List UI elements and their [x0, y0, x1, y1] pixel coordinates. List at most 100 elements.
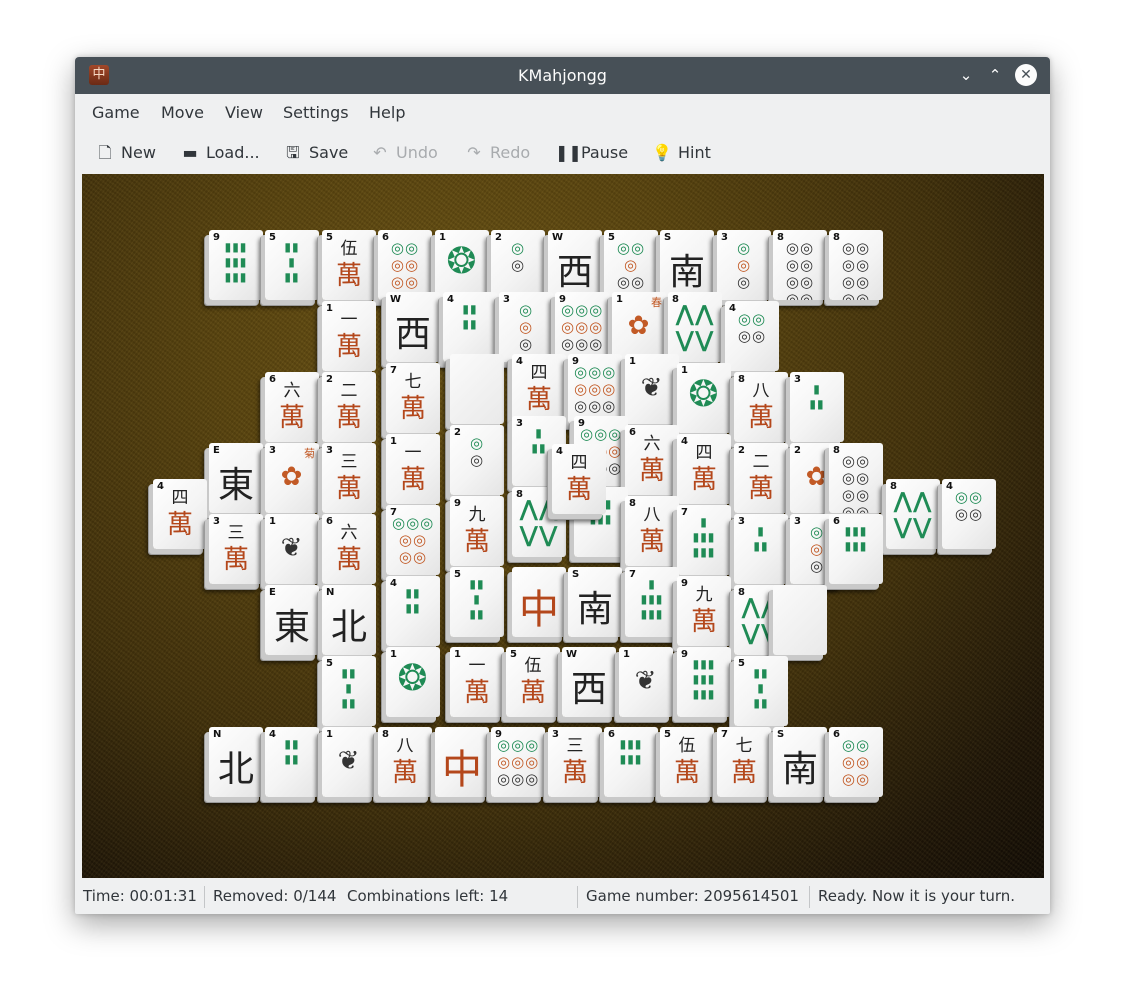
- mahjong-tile-char-3[interactable]: 3三萬: [322, 443, 376, 513]
- mahjong-tile-wind-W[interactable]: W西: [386, 292, 440, 362]
- mahjong-tile-char-2[interactable]: 2二萬: [322, 372, 376, 442]
- mahjong-tile-char-1[interactable]: 1一萬: [386, 434, 440, 504]
- mahjong-tile-dots-9[interactable]: 9◎◎◎◎◎◎◎◎◎: [491, 727, 545, 797]
- mahjong-tile-bamboo-8[interactable]: 8 ⋀⋀ ⋁⋁: [668, 292, 722, 362]
- menu-help[interactable]: Help: [369, 94, 405, 132]
- mahjong-tile-char-1[interactable]: 1一萬: [450, 647, 504, 717]
- menu-game[interactable]: Game: [92, 94, 140, 132]
- mahjong-tile-dragon-red[interactable]: 中: [435, 727, 489, 797]
- mahjong-tile-bamboo-5[interactable]: 5 ▮▮ ▮ ▮▮: [734, 656, 788, 726]
- mahjong-tile-dots-2[interactable]: 2 ◎ ◎: [450, 425, 504, 495]
- mahjong-tile-dragon-white[interactable]: [773, 585, 827, 655]
- mahjong-tile-dots-1[interactable]: 1 ❂: [435, 230, 489, 300]
- redo-button[interactable]: ↷ Redo: [464, 133, 530, 173]
- mahjong-tile-dots-6[interactable]: 6 ◎◎ ◎◎ ◎◎: [829, 727, 883, 797]
- mahjong-tile-char-5[interactable]: 5伍萬: [506, 647, 560, 717]
- mahjong-tile-bamboo-7[interactable]: 7 ▮ ▮▮▮ ▮▮▮: [677, 505, 731, 575]
- mahjong-tile-char-3[interactable]: 3三萬: [548, 727, 602, 797]
- mahjong-tile-bamboo-6[interactable]: 6▮▮▮▮▮▮: [604, 727, 658, 797]
- mahjong-tile-wind-N[interactable]: N北: [322, 585, 376, 655]
- mahjong-tile-char-7[interactable]: 7七萬: [717, 727, 771, 797]
- bamboo-pattern: ▮▮▮▮▮▮: [619, 737, 643, 766]
- mahjong-tile-bamboo-7[interactable]: 7 ▮ ▮▮▮ ▮▮▮: [625, 567, 679, 637]
- mahjong-tile-season-1[interactable]: 1 ❦: [619, 647, 673, 717]
- mahjong-tile-wind-S[interactable]: S南: [568, 567, 622, 637]
- mahjong-tile-char-9[interactable]: 9九萬: [677, 576, 731, 646]
- mahjong-tile-bamboo-4[interactable]: 4 ▮▮ ▮▮: [386, 576, 440, 646]
- hint-button[interactable]: 💡 Hint: [652, 133, 711, 173]
- mahjong-tile-dragon-white[interactable]: [450, 354, 504, 424]
- mahjong-tile-dots-4[interactable]: 4 ◎◎ ◎◎: [725, 301, 779, 371]
- mahjong-tile-flower-1[interactable]: 1 ✿ 春: [612, 292, 666, 362]
- mahjong-tile-bamboo-5[interactable]: 5 ▮▮ ▮ ▮▮: [322, 656, 376, 726]
- mahjong-tile-char-5[interactable]: 5伍萬: [660, 727, 714, 797]
- mahjong-tile-dots-8[interactable]: 8 ◎◎ ◎◎ ◎◎ ◎◎: [829, 230, 883, 300]
- mahjong-tile-wind-E[interactable]: E東: [209, 443, 263, 513]
- mahjong-tile-dots-8[interactable]: 8 ◎◎ ◎◎ ◎◎ ◎◎: [829, 443, 883, 513]
- mahjong-tile-char-9[interactable]: 9九萬: [450, 496, 504, 566]
- menu-move[interactable]: Move: [161, 94, 204, 132]
- mahjong-tile-dots-9[interactable]: 9◎◎◎◎◎◎◎◎◎: [555, 292, 609, 362]
- mahjong-tile-char-3[interactable]: 3三萬: [209, 514, 263, 584]
- mahjong-tile-bamboo-5[interactable]: 5 ▮▮ ▮ ▮▮: [265, 230, 319, 300]
- mahjong-tile-char-8[interactable]: 8八萬: [734, 372, 788, 442]
- mahjong-tile-bamboo-3[interactable]: 3 ▮ ▮▮: [734, 514, 788, 584]
- mahjong-tile-season-1[interactable]: 1 ❦: [265, 514, 319, 584]
- mahjong-tile-dots-5[interactable]: 5 ◎◎ ◎ ◎◎: [604, 230, 658, 300]
- mahjong-tile-bamboo-9[interactable]: 9 ▮▮▮ ▮▮▮ ▮▮▮: [677, 647, 731, 717]
- mahjong-tile-season-1[interactable]: 1 ❦: [322, 727, 376, 797]
- mahjong-tile-dots-7[interactable]: 7 ◎◎◎ ◎◎ ◎◎: [386, 505, 440, 575]
- mahjong-tile-wind-E[interactable]: E東: [265, 585, 319, 655]
- mahjong-tile-bamboo-4[interactable]: 4 ▮▮ ▮▮: [265, 727, 319, 797]
- close-button[interactable]: ✕: [1015, 64, 1037, 86]
- mahjong-tile-bamboo-4[interactable]: 4 ▮▮ ▮▮: [443, 292, 497, 362]
- mahjong-tile-dots-4[interactable]: 4 ◎◎ ◎◎: [942, 479, 996, 549]
- mahjong-tile-char-6[interactable]: 6六萬: [265, 372, 319, 442]
- save-button[interactable]: 🖫 Save: [283, 133, 348, 173]
- pause-button[interactable]: ❚❚Pause: [555, 133, 628, 173]
- mahjong-tile-char-4[interactable]: 4四萬: [677, 434, 731, 504]
- load-button[interactable]: ▬ Load...: [180, 133, 259, 173]
- mahjong-tile-wind-N[interactable]: N北: [209, 727, 263, 797]
- mahjong-tile-wind-S[interactable]: S南: [660, 230, 714, 300]
- mahjong-tile-bamboo-6[interactable]: 6▮▮▮▮▮▮: [829, 514, 883, 584]
- mahjong-tile-char-4[interactable]: 4四萬: [552, 444, 606, 514]
- mahjong-tile-dots-9[interactable]: 9◎◎◎◎◎◎◎◎◎: [568, 354, 622, 424]
- mahjong-tile-season-1[interactable]: 1 ❦: [625, 354, 679, 424]
- minimize-button[interactable]: ⌄: [955, 64, 977, 86]
- mahjong-tile-char-1[interactable]: 1一萬: [322, 301, 376, 371]
- mahjong-tile-wind-W[interactable]: W西: [548, 230, 602, 300]
- mahjong-tile-dots-3[interactable]: 3 ◎ ◎ ◎: [717, 230, 771, 300]
- mahjong-tile-char-8[interactable]: 8八萬: [625, 496, 679, 566]
- menu-view[interactable]: View: [225, 94, 263, 132]
- menu-settings[interactable]: Settings: [283, 94, 349, 132]
- mahjong-tile-dots-6[interactable]: 6 ◎◎ ◎◎ ◎◎: [378, 230, 432, 300]
- mahjong-tile-char-7[interactable]: 7七萬: [386, 363, 440, 433]
- dots-pattern: ❂: [688, 374, 720, 415]
- mahjong-tile-char-8[interactable]: 8八萬: [378, 727, 432, 797]
- mahjong-tile-bamboo-9[interactable]: 9 ▮▮▮ ▮▮▮ ▮▮▮: [209, 230, 263, 300]
- mahjong-tile-char-5[interactable]: 5伍萬: [322, 230, 376, 300]
- mahjong-tile-char-4[interactable]: 4四萬: [153, 479, 207, 549]
- mahjong-tile-dots-8[interactable]: 8 ◎◎ ◎◎ ◎◎ ◎◎: [773, 230, 827, 300]
- mahjong-tile-char-6[interactable]: 6六萬: [322, 514, 376, 584]
- mahjong-tile-dots-2[interactable]: 2 ◎ ◎: [491, 230, 545, 300]
- mahjong-tile-wind-W[interactable]: W西: [562, 647, 616, 717]
- mahjong-tile-dots-3[interactable]: 3 ◎ ◎ ◎: [499, 292, 553, 362]
- mahjong-tile-wind-S[interactable]: S南: [773, 727, 827, 797]
- mahjong-tile-bamboo-8[interactable]: 8 ⋀⋀ ⋁⋁: [886, 479, 940, 549]
- mahjong-tile-bamboo-5[interactable]: 5 ▮▮ ▮ ▮▮: [450, 567, 504, 637]
- undo-button[interactable]: ↶ Undo: [370, 133, 438, 173]
- title-bar[interactable]: 中 KMahjongg ⌄ ⌃ ✕: [75, 57, 1050, 94]
- mahjong-tile-char-2[interactable]: 2二萬: [734, 443, 788, 513]
- new-button[interactable]: 🗋 New: [95, 133, 156, 173]
- mahjong-tile-bamboo-3[interactable]: 3 ▮ ▮▮: [790, 372, 844, 442]
- maximize-button[interactable]: ⌃: [984, 64, 1006, 86]
- game-board[interactable]: 9 ▮▮▮ ▮▮▮ ▮▮▮ 5 ▮▮ ▮ ▮▮ 5 伍萬 6 ◎◎ ◎◎ ◎◎ 1 ❂ 2 ◎ ◎ W 西 5 ◎◎ ◎ ◎◎ S…: [82, 174, 1044, 878]
- mahjong-tile-char-4[interactable]: 4四萬: [512, 354, 566, 424]
- mahjong-tile-dots-1[interactable]: 1 ❂: [677, 363, 731, 433]
- mahjong-tile-dragon-red[interactable]: 中: [512, 567, 566, 637]
- mahjong-tile-flower-3[interactable]: 3 ✿ 菊: [265, 443, 319, 513]
- mahjong-tile-dots-1[interactable]: 1 ❂: [386, 647, 440, 717]
- mahjong-tile-char-6[interactable]: 6六萬: [625, 425, 679, 495]
